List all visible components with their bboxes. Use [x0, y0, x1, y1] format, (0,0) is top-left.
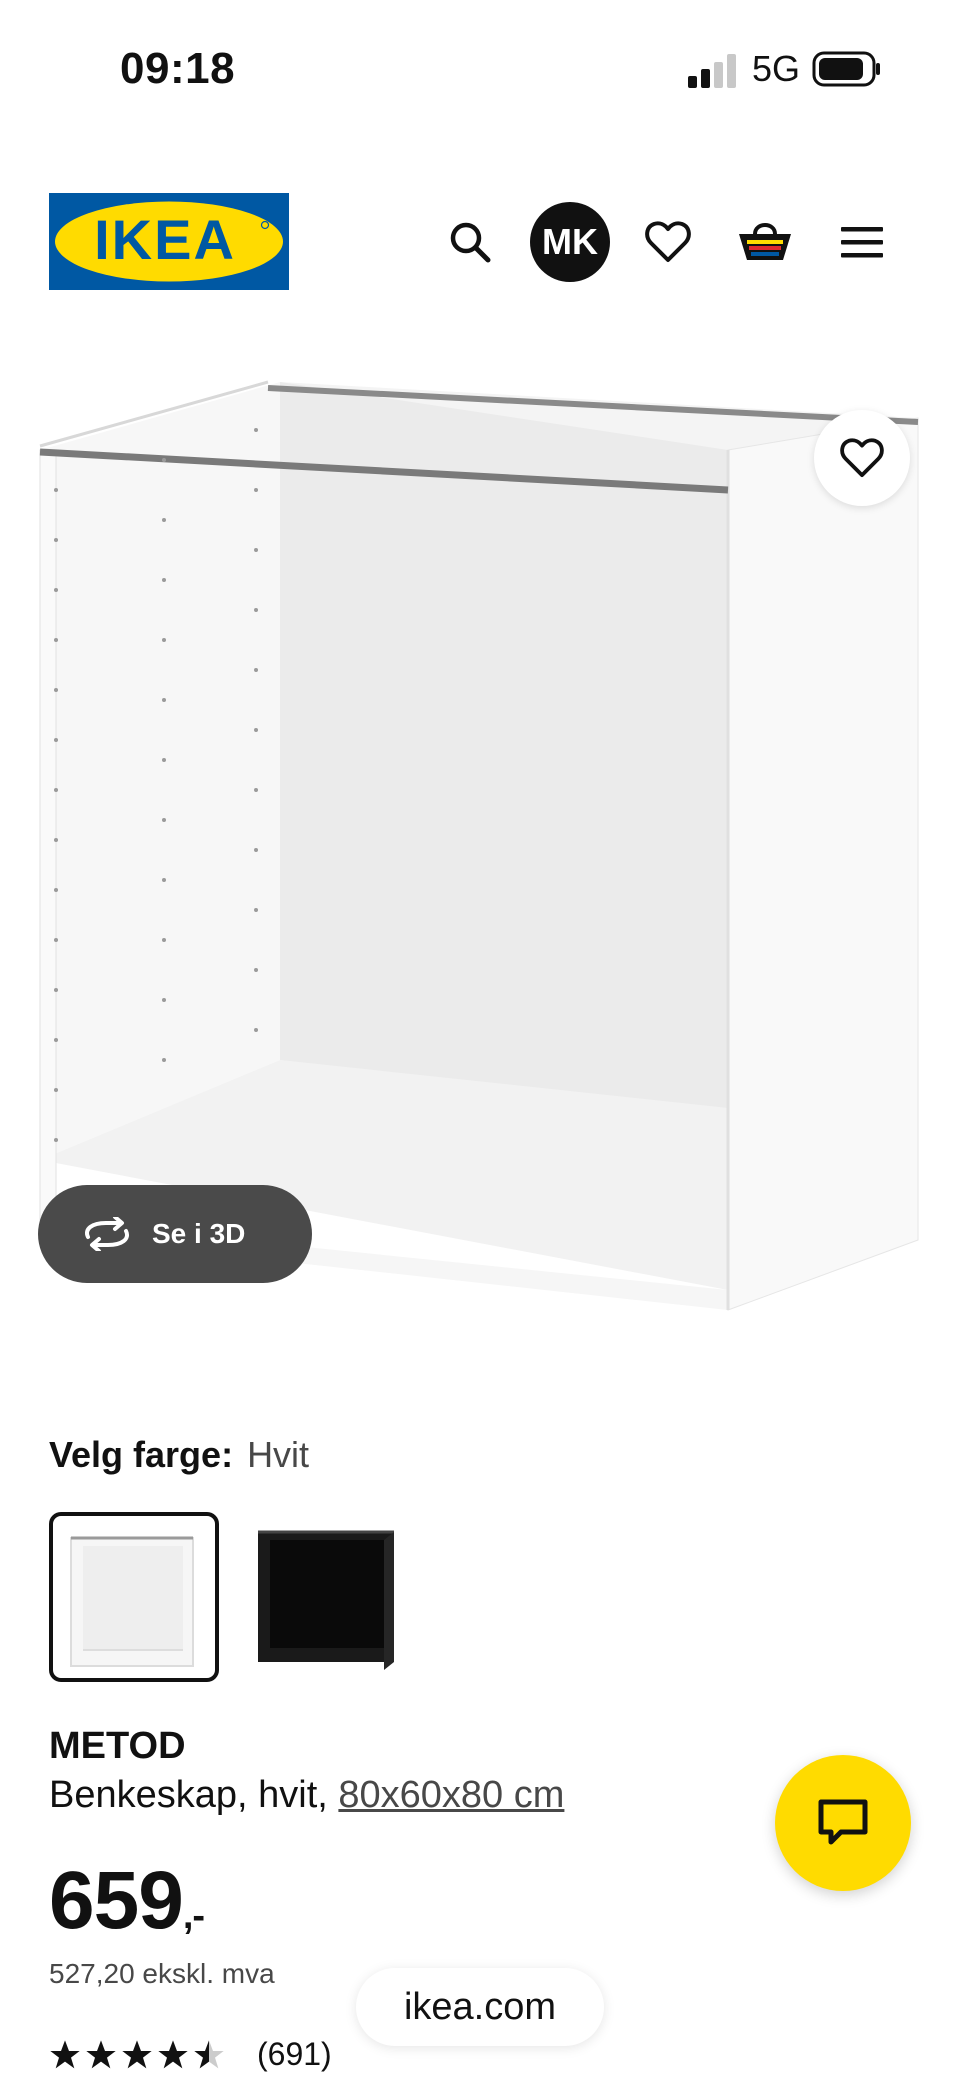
wishlist-button[interactable] [636, 210, 700, 274]
search-icon [450, 222, 491, 263]
view-3d-label: Se i 3D [152, 1218, 246, 1249]
search-button[interactable] [440, 212, 500, 272]
ikea-logo[interactable]: IKEA [49, 193, 289, 290]
cart-button[interactable] [732, 208, 798, 274]
product-type: Benkeskap, hvit, [49, 1774, 339, 1816]
rating-count: (691) [257, 2036, 332, 2072]
product-rating[interactable]: (691) [49, 2036, 332, 2073]
product-description: Benkeskap, hvit, 80x60x80 cm [49, 1774, 564, 1817]
view-3d-button[interactable]: Se i 3D [38, 1185, 312, 1283]
color-swatch-black[interactable] [244, 1512, 414, 1682]
menu-icon [841, 227, 883, 258]
chat-icon [818, 1799, 868, 1845]
star-half-icon [194, 2039, 224, 2068]
star-full-icon [122, 2039, 152, 2068]
network-type: 5G [752, 48, 801, 89]
price-amount: 659 [49, 1855, 184, 1946]
star-full-icon [86, 2039, 116, 2068]
swatch-black-image [258, 1530, 394, 1670]
star-full-icon [158, 2039, 188, 2068]
basket-icon [739, 223, 791, 260]
status-time: 09:18 [120, 44, 236, 93]
color-swatch-white[interactable] [49, 1512, 219, 1682]
heart-icon [645, 221, 691, 262]
color-selector-label: Velg farge: Hvit [49, 1434, 309, 1476]
color-label: Velg farge: [49, 1434, 234, 1475]
rotate-3d-icon [85, 1217, 129, 1251]
heart-icon [840, 438, 884, 478]
product-name: METOD [49, 1725, 186, 1767]
color-value: Hvit [247, 1434, 310, 1475]
product-dimensions-link[interactable]: 80x60x80 cm [338, 1774, 564, 1816]
avatar-initials: MK [542, 221, 598, 262]
favorite-button[interactable] [814, 410, 910, 506]
swatch-white-image [70, 1536, 194, 1667]
logo-text: IKEA [94, 208, 236, 271]
product-image[interactable] [28, 360, 938, 1320]
menu-button[interactable] [832, 212, 892, 272]
profile-avatar[interactable]: MK [530, 202, 610, 282]
browser-url-bar[interactable]: ikea.com [356, 1968, 604, 2046]
product-price: 659,- [49, 1854, 205, 1948]
price-suffix: ,- [182, 1895, 205, 1937]
chat-button[interactable] [775, 1755, 911, 1891]
url-text: ikea.com [403, 1985, 557, 2028]
star-full-icon [50, 2039, 80, 2068]
signal-icon [688, 54, 736, 88]
battery-icon [812, 51, 880, 87]
price-ex-vat: 527,20 ekskl. mva [49, 1958, 275, 1989]
